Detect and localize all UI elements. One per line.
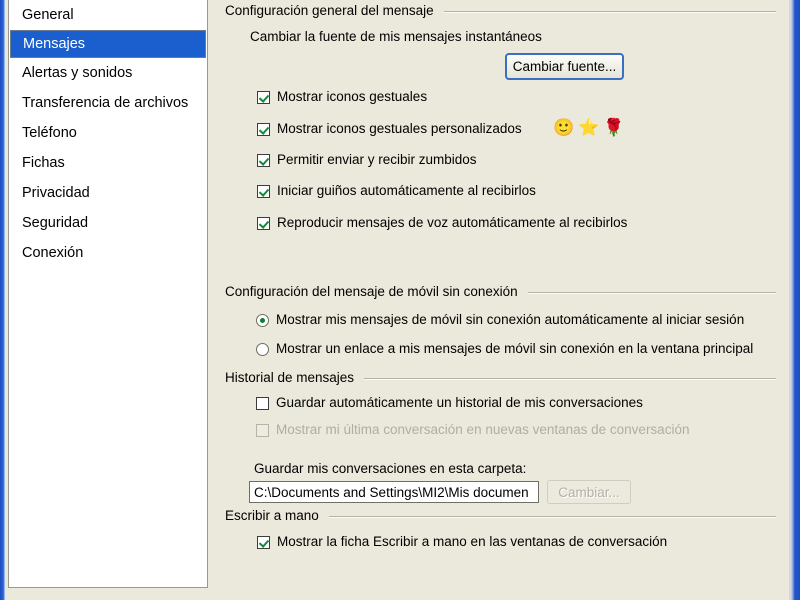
group-header-label: Configuración general del mensaje xyxy=(225,3,434,18)
group-header-handwriting: Escribir a mano xyxy=(225,508,776,523)
change-font-button[interactable]: Cambiar fuente... xyxy=(505,53,624,80)
checkbox-row-autoplay-voice[interactable]: Reproducir mensajes de voz automáticamen… xyxy=(257,215,627,230)
group-header-label: Escribir a mano xyxy=(225,508,319,523)
sidebar-item-label: Alertas y sonidos xyxy=(22,65,133,81)
sidebar-item-label: Seguridad xyxy=(22,215,89,231)
checkbox-label: Mostrar la ficha Escribir a mano en las … xyxy=(277,534,668,549)
group-header-history: Historial de mensajes xyxy=(225,370,776,385)
sidebar-item-transferencia-de-archivos[interactable]: Transferencia de archivos xyxy=(9,88,207,118)
sidebar-item-label: Privacidad xyxy=(22,185,90,201)
checkbox-label: Reproducir mensajes de voz automáticamen… xyxy=(277,215,628,230)
sidebar-item-conexion[interactable]: Conexión xyxy=(9,238,207,268)
sidebar-item-label: Teléfono xyxy=(22,125,77,141)
checkbox-row-show-custom-emoticons[interactable]: Mostrar iconos gestuales personalizados xyxy=(257,121,522,136)
custom-emoticon-preview: 🙂 ⭐ 🌹 xyxy=(553,119,625,136)
group-header-general: Configuración general del mensaje xyxy=(225,3,776,18)
sidebar-item-alertas-y-sonidos[interactable]: Alertas y sonidos xyxy=(9,58,207,88)
group-header-label: Historial de mensajes xyxy=(225,370,355,385)
checkbox-label: Mostrar mi última conversación en nuevas… xyxy=(276,422,690,437)
checkbox-icon[interactable] xyxy=(256,397,269,410)
checkbox-row-autostart-winks[interactable]: Iniciar guiños automáticamente al recibi… xyxy=(257,183,536,198)
checkbox-icon[interactable] xyxy=(257,91,270,104)
group-header-mobile: Configuración del mensaje de móvil sin c… xyxy=(225,284,776,299)
checkbox-label: Mostrar iconos gestuales personalizados xyxy=(277,121,522,136)
group-header-rule xyxy=(443,10,776,13)
radio-label: Mostrar mis mensajes de móvil sin conexi… xyxy=(276,312,745,327)
checkbox-label: Iniciar guiños automáticamente al recibi… xyxy=(277,183,536,198)
checkbox-label: Guardar automáticamente un historial de … xyxy=(276,395,643,410)
sidebar-item-label: General xyxy=(22,7,74,23)
sidebar-item-general[interactable]: General xyxy=(9,0,207,30)
sidebar-item-label: Mensajes xyxy=(23,36,86,52)
conversation-folder-input[interactable]: C:\Documents and Settings\MI2\Mis docume… xyxy=(249,481,539,503)
sidebar-item-label: Conexión xyxy=(22,245,84,261)
sidebar-item-fichas[interactable]: Fichas xyxy=(9,148,207,178)
window-frame-right-edge xyxy=(789,0,800,600)
radio-icon[interactable] xyxy=(256,314,269,327)
sidebar-item-label: Transferencia de archivos xyxy=(22,95,189,111)
folder-path-label: Guardar mis conversaciones en esta carpe… xyxy=(254,461,527,476)
radio-icon[interactable] xyxy=(256,343,269,356)
checkbox-row-allow-nudges[interactable]: Permitir enviar y recibir zumbidos xyxy=(257,152,477,167)
radio-row-show-mobile-link[interactable]: Mostrar un enlace a mis mensajes de móvi… xyxy=(256,341,753,356)
settings-category-list[interactable]: General Mensajes Alertas y sonidos Trans… xyxy=(8,0,208,588)
group-header-rule xyxy=(328,515,776,518)
checkbox-icon[interactable] xyxy=(257,185,270,198)
sidebar-item-mensajes[interactable]: Mensajes xyxy=(10,30,206,58)
group-header-rule xyxy=(364,377,776,380)
checkbox-label: Permitir enviar y recibir zumbidos xyxy=(277,152,477,167)
sidebar-item-seguridad[interactable]: Seguridad xyxy=(9,208,207,238)
change-folder-button: Cambiar... xyxy=(547,480,631,504)
checkbox-icon[interactable] xyxy=(257,536,270,549)
checkbox-icon xyxy=(256,424,269,437)
checkbox-row-save-history[interactable]: Guardar automáticamente un historial de … xyxy=(256,395,643,410)
sidebar-item-privacidad[interactable]: Privacidad xyxy=(9,178,207,208)
options-dialog: General Mensajes Alertas y sonidos Trans… xyxy=(0,0,800,600)
rose-flower-icon: 🌹 xyxy=(603,118,625,137)
sidebar-item-telefono[interactable]: Teléfono xyxy=(9,118,207,148)
radio-label: Mostrar un enlace a mis mensajes de móvi… xyxy=(276,341,754,356)
checkbox-row-show-handwriting-tab[interactable]: Mostrar la ficha Escribir a mano en las … xyxy=(257,534,667,549)
checkbox-icon[interactable] xyxy=(257,217,270,230)
settings-content-pane: Configuración general del mensaje Cambia… xyxy=(216,0,789,600)
checkbox-row-show-last-conversation: Mostrar mi última conversación en nuevas… xyxy=(256,422,689,437)
group-header-label: Configuración del mensaje de móvil sin c… xyxy=(225,284,518,299)
font-description-label: Cambiar la fuente de mis mensajes instan… xyxy=(250,29,542,44)
checkbox-row-show-emoticons[interactable]: Mostrar iconos gestuales xyxy=(257,89,427,104)
smiley-face-icon: 🙂 xyxy=(553,118,575,137)
checkbox-icon[interactable] xyxy=(257,154,270,167)
radio-row-show-mobile-messages[interactable]: Mostrar mis mensajes de móvil sin conexi… xyxy=(256,312,744,327)
sidebar-item-label: Fichas xyxy=(22,155,65,171)
star-icon: ⭐ xyxy=(578,118,600,137)
window-frame-left-edge xyxy=(0,0,5,600)
group-header-rule xyxy=(527,291,776,294)
checkbox-icon[interactable] xyxy=(257,123,270,136)
checkbox-label: Mostrar iconos gestuales xyxy=(277,89,428,104)
